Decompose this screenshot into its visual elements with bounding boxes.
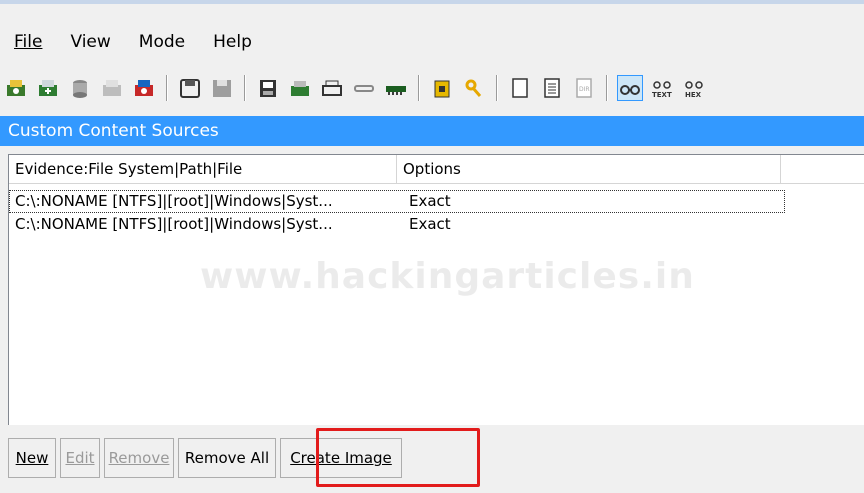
toolbar-separator — [166, 75, 168, 101]
add-evidence-icon[interactable] — [3, 75, 29, 101]
svg-text:HEX: HEX — [685, 91, 702, 99]
export-icon[interactable] — [255, 75, 281, 101]
menu-help[interactable]: Help — [211, 32, 254, 52]
text-view-icon[interactable]: TEXT — [649, 75, 675, 101]
list-item[interactable]: C:\:NONAME [NTFS]|[root]|Windows|Syst...… — [9, 213, 864, 236]
svg-text:DIR: DIR — [579, 86, 590, 93]
toolbar-separator — [244, 75, 246, 101]
encrypt-icon[interactable] — [429, 75, 455, 101]
memory-icon[interactable] — [383, 75, 409, 101]
toolbar-separator — [606, 75, 608, 101]
add-image-icon[interactable] — [35, 75, 61, 101]
svg-text:TEXT: TEXT — [652, 91, 672, 99]
watermark: www.hackingarticles.in — [200, 256, 695, 297]
directory-icon[interactable]: DIR — [571, 75, 597, 101]
remove-all-button[interactable]: Remove All — [178, 438, 276, 478]
blank-page-icon[interactable] — [507, 75, 533, 101]
case-icon[interactable] — [131, 75, 157, 101]
menu-bar: File View Mode Help — [0, 24, 864, 60]
remove-evidence-icon[interactable] — [99, 75, 125, 101]
toolbar-separator — [496, 75, 498, 101]
list-item-option: Exact — [409, 192, 451, 210]
edit-button[interactable]: Edit — [60, 438, 100, 478]
panel-title: Custom Content Sources — [0, 116, 864, 146]
list-item-option: Exact — [409, 215, 451, 233]
list-header: Evidence:File System|Path|File Options — [9, 155, 864, 184]
key-icon[interactable] — [461, 75, 487, 101]
column-header-path[interactable]: Evidence:File System|Path|File — [9, 155, 397, 183]
toolbar: DIR TEXT HEX — [0, 62, 864, 114]
report-icon[interactable] — [287, 75, 313, 101]
acquire-icon[interactable] — [67, 75, 93, 101]
save-icon[interactable] — [209, 75, 235, 101]
highlight-box — [316, 428, 480, 487]
hex-view-icon[interactable]: HEX — [681, 75, 707, 101]
link-icon[interactable] — [351, 75, 377, 101]
view-icon[interactable] — [617, 75, 643, 101]
list-item-path: C:\:NONAME [NTFS]|[root]|Windows|Syst... — [15, 215, 333, 233]
new-button[interactable]: New — [8, 438, 56, 478]
toolbar-separator — [418, 75, 420, 101]
column-header-options[interactable]: Options — [397, 155, 781, 183]
window-top-edge — [0, 0, 864, 18]
menu-view[interactable]: View — [68, 32, 112, 52]
list-item-path: C:\:NONAME [NTFS]|[root]|Windows|Syst... — [15, 192, 333, 210]
disk-icon[interactable] — [177, 75, 203, 101]
print-icon[interactable] — [319, 75, 345, 101]
list-item[interactable]: C:\:NONAME [NTFS]|[root]|Windows|Syst...… — [9, 190, 785, 213]
menu-file[interactable]: File — [12, 32, 44, 52]
document-icon[interactable] — [539, 75, 565, 101]
remove-button[interactable]: Remove — [104, 438, 174, 478]
menu-mode[interactable]: Mode — [137, 32, 187, 52]
